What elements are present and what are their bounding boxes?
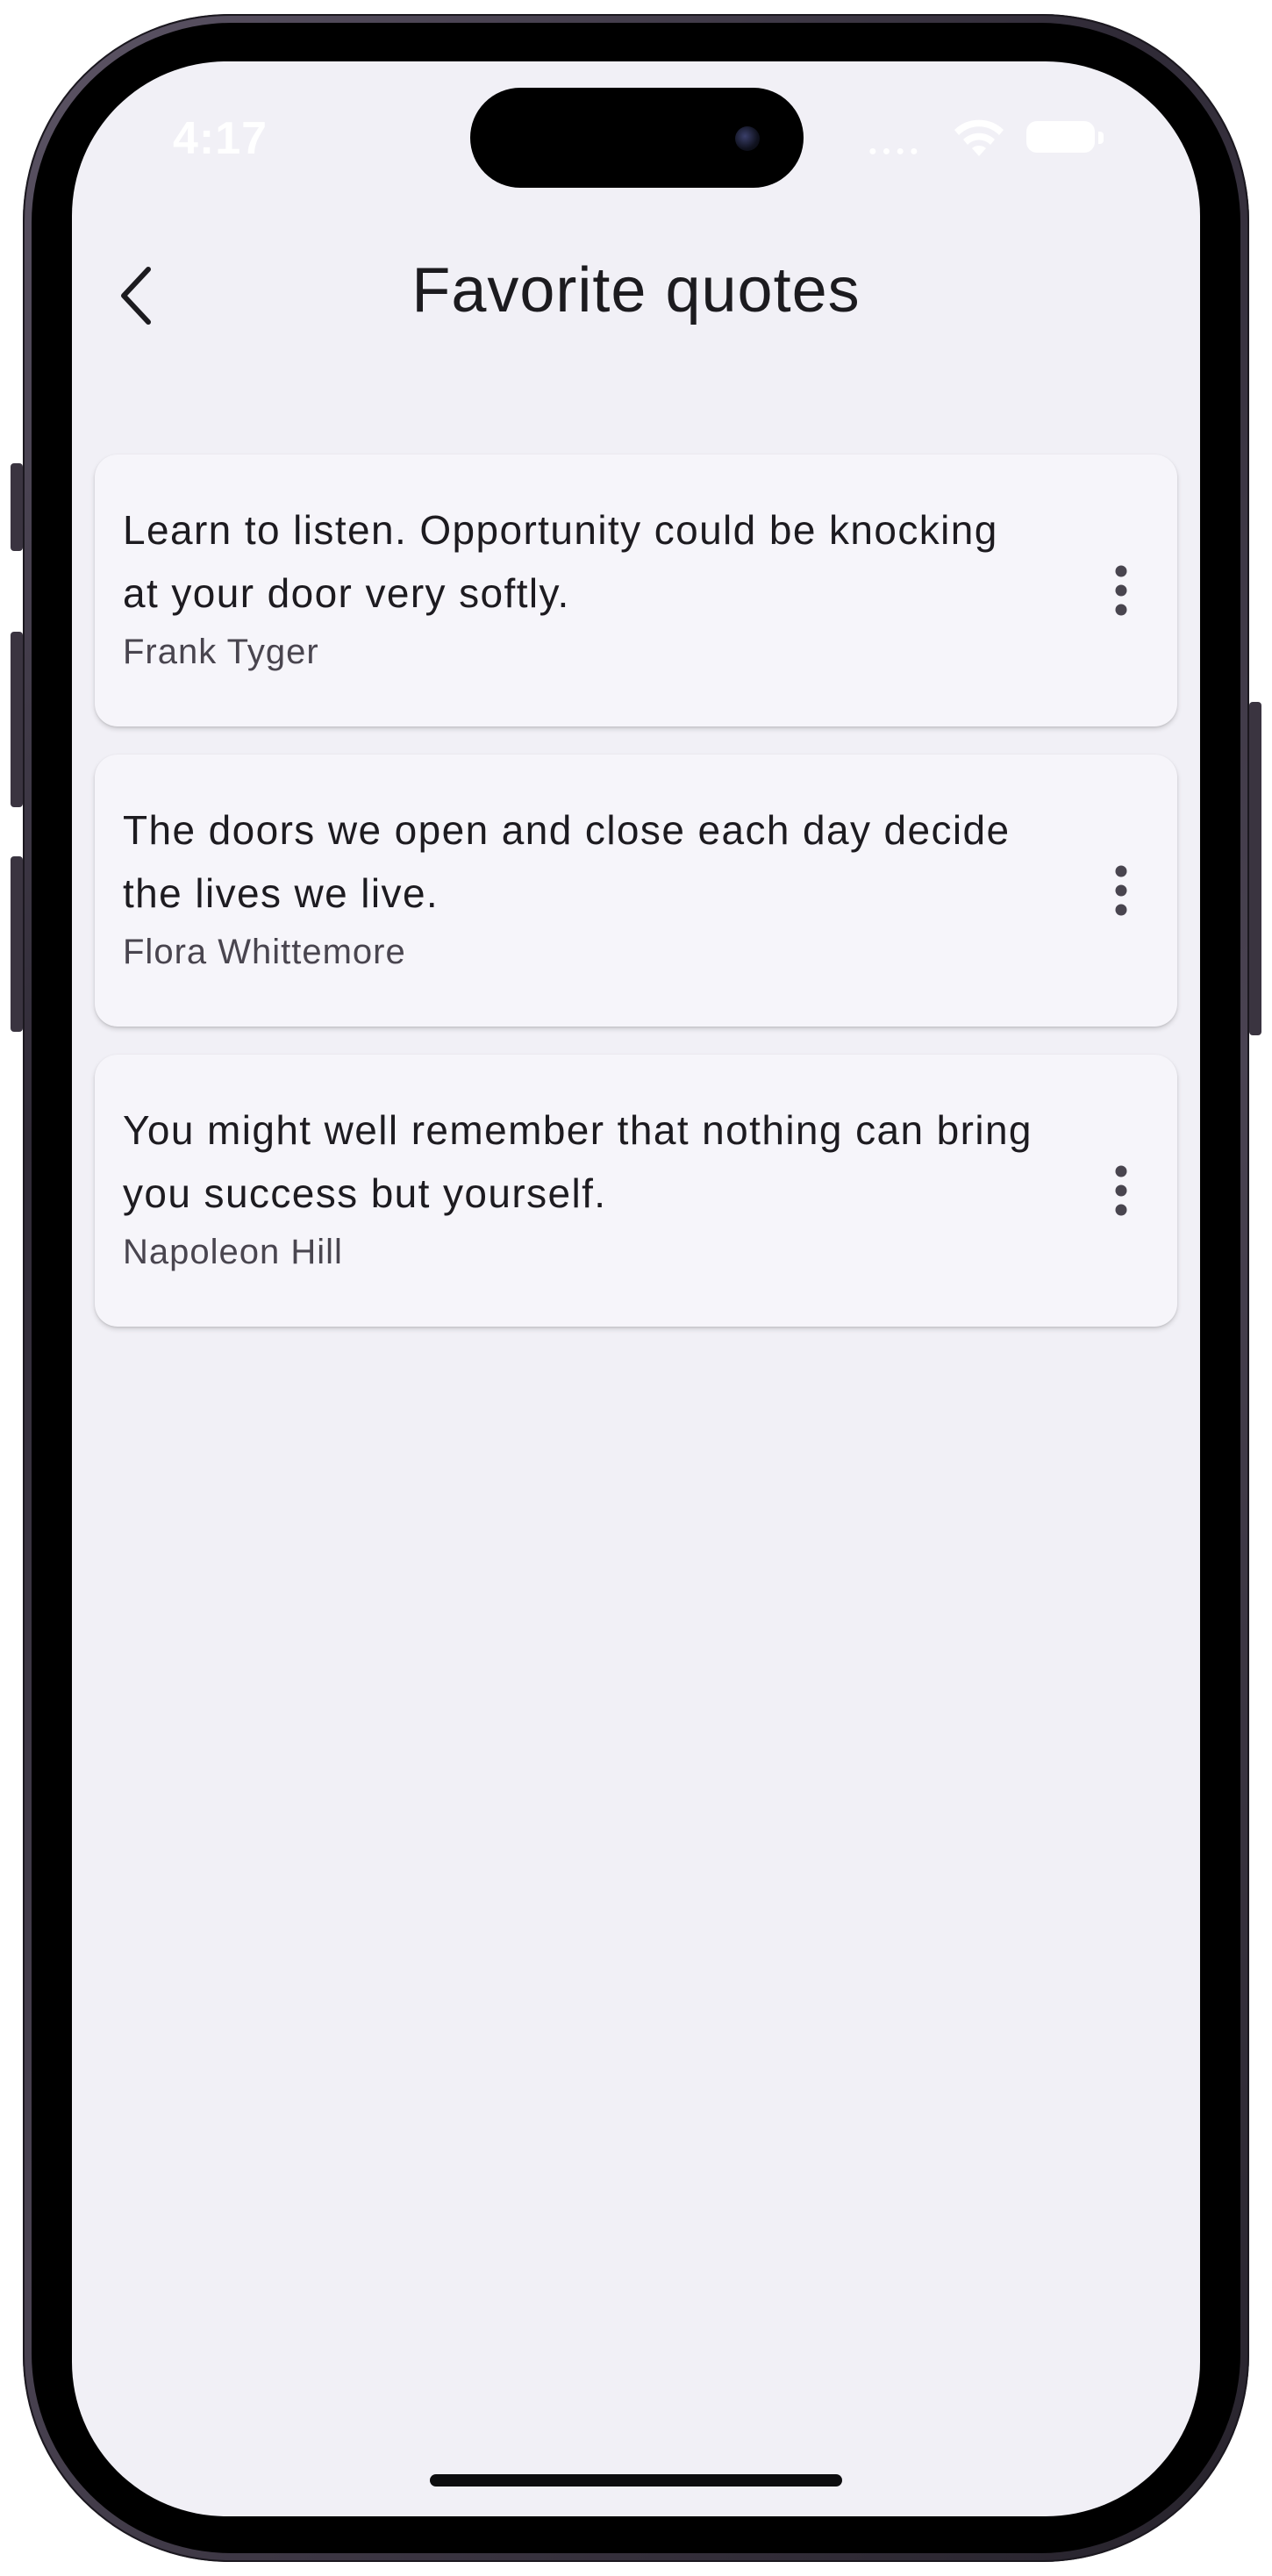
quote-list: Learn to listen. Opportunity could be kn… — [95, 454, 1177, 1355]
more-options-button[interactable] — [1095, 851, 1147, 930]
volume-up-button — [11, 632, 23, 807]
quote-text: Learn to listen. Opportunity could be kn… — [123, 507, 998, 616]
power-button — [1249, 702, 1261, 1035]
more-options-button[interactable] — [1095, 1151, 1147, 1230]
more-vert-icon — [1115, 865, 1127, 916]
quote-text: You might well remember that nothing can… — [123, 1107, 1033, 1216]
page-title: Favorite quotes — [411, 255, 861, 326]
more-vert-icon — [1115, 1165, 1127, 1216]
volume-down-button — [11, 856, 23, 1032]
more-vert-icon — [1115, 565, 1127, 616]
quote-author: Frank Tyger — [123, 633, 319, 671]
battery-icon — [1026, 121, 1095, 153]
status-time: 4:17 — [172, 113, 268, 164]
quote-author: Flora Whittemore — [123, 933, 406, 971]
wifi-icon — [954, 119, 1004, 156]
status-indicators: ●●●● — [868, 116, 1114, 159]
app-bar: Favorite quotes — [72, 237, 1200, 351]
action-button — [11, 463, 23, 551]
signal-icon: ●●●● — [868, 144, 924, 159]
home-indicator[interactable] — [430, 2474, 842, 2487]
more-options-button[interactable] — [1095, 551, 1147, 630]
quote-text: The doors we open and close each day dec… — [123, 807, 1011, 916]
quote-author: Napoleon Hill — [123, 1233, 343, 1271]
quote-card[interactable]: Learn to listen. Opportunity could be kn… — [95, 454, 1177, 726]
quote-card[interactable]: The doors we open and close each day dec… — [95, 755, 1177, 1027]
battery-tip — [1098, 132, 1104, 144]
camera-icon — [735, 126, 760, 151]
quote-card[interactable]: You might well remember that nothing can… — [95, 1055, 1177, 1327]
